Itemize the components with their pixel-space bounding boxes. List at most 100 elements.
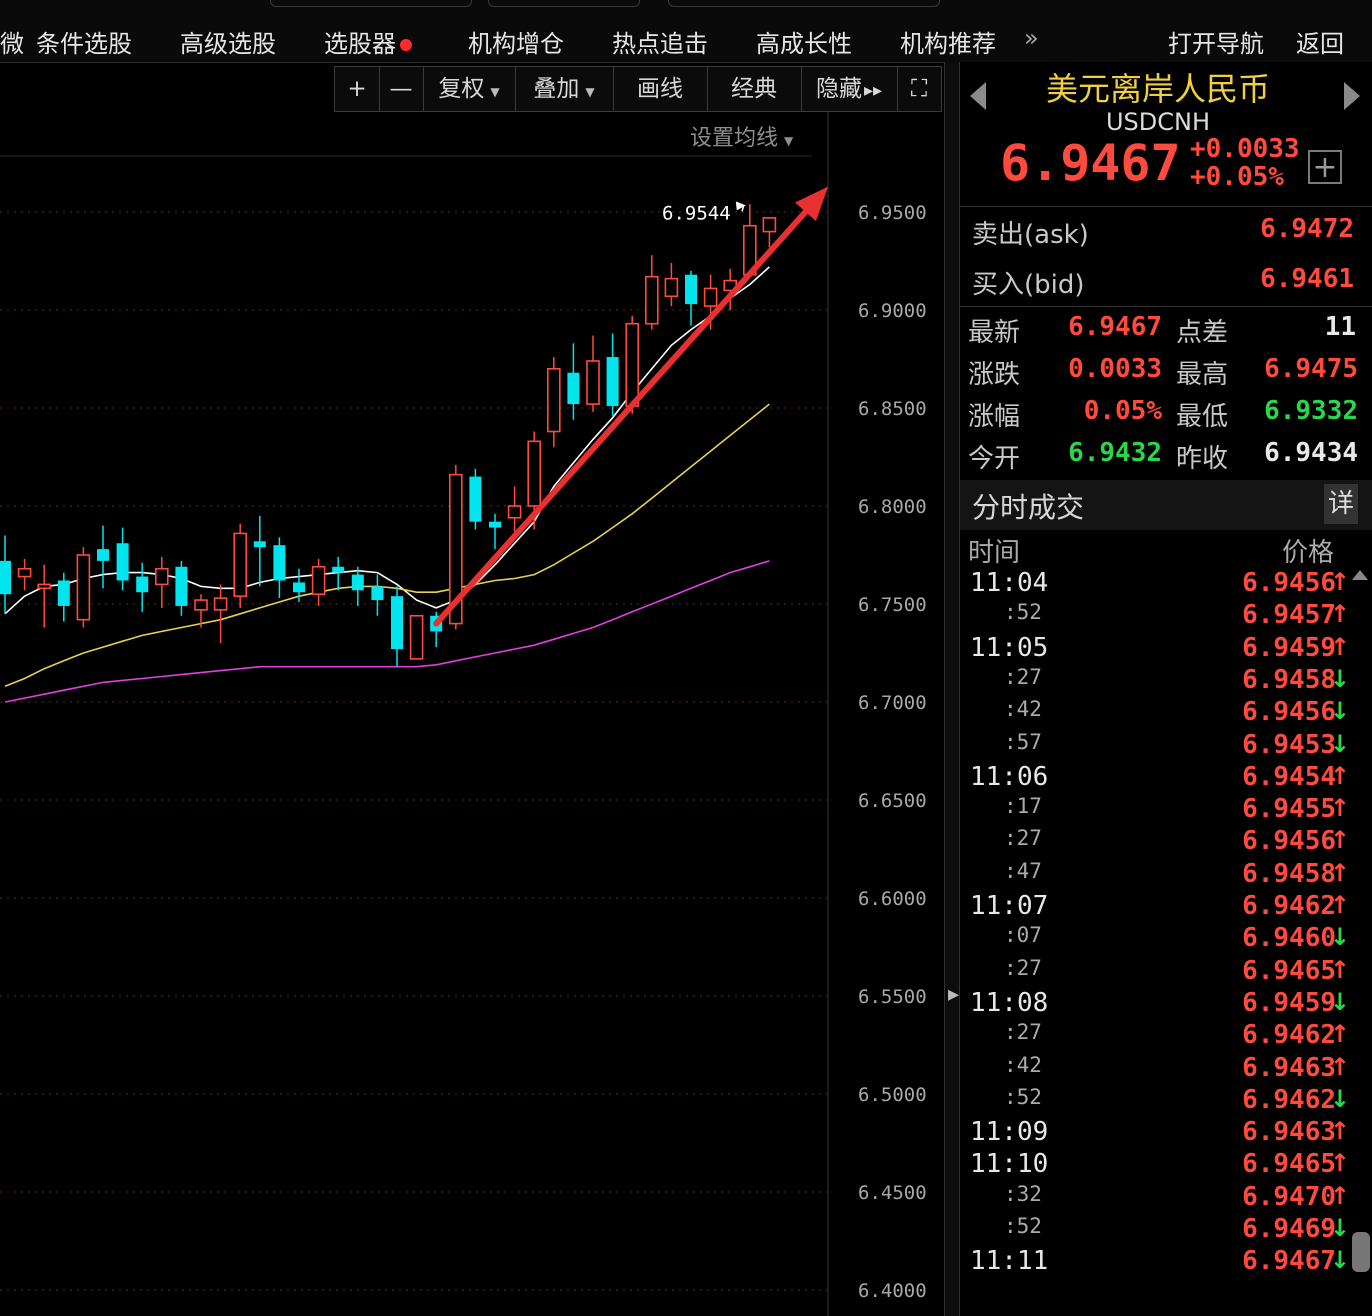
- more-chevron-icon[interactable]: »: [1024, 24, 1039, 52]
- scrollbar-thumb[interactable]: [1352, 1232, 1370, 1272]
- open-navigation-link[interactable]: 打开导航: [1168, 24, 1264, 59]
- nav-item-hotspot[interactable]: 热点追击: [612, 24, 708, 59]
- trade-row: :52 6.9469 ↓: [960, 1214, 1372, 1246]
- high-annotation: 6.9544: [662, 201, 746, 224]
- panel-splitter[interactable]: ▸: [944, 62, 960, 1316]
- up-arrow-icon: ↑: [1329, 1020, 1350, 1049]
- nav-item-institution-increase[interactable]: 机构增仓: [468, 24, 564, 59]
- up-arrow-icon: ↑: [1329, 794, 1350, 823]
- trade-time: :27: [1004, 664, 1042, 689]
- adjust-rights-dropdown[interactable]: 复权 ▼: [423, 67, 516, 111]
- trade-row: :57 6.9453 ↓: [960, 730, 1372, 762]
- y-tick-label: 6.6000: [858, 888, 927, 910]
- candle-body: [233, 532, 247, 597]
- nav-item-stock-picker[interactable]: 选股器: [324, 24, 412, 59]
- change-label: 涨跌: [968, 360, 1021, 390]
- collapse-arrow-icon[interactable]: ▸: [948, 982, 959, 1022]
- candle-body: [76, 554, 91, 621]
- spread-value: 11: [1324, 312, 1356, 342]
- candle-body: [293, 582, 305, 593]
- scroll-up-icon[interactable]: [1352, 570, 1368, 580]
- nav-item-advanced-screen[interactable]: 高级选股: [180, 24, 276, 59]
- candle-body: [17, 567, 32, 578]
- trade-time: :42: [1004, 1052, 1042, 1077]
- trade-time: 11:11: [970, 1246, 1049, 1277]
- nav-item-high-growth[interactable]: 高成长性: [756, 24, 852, 59]
- back-link[interactable]: 返回: [1296, 24, 1344, 59]
- y-tick-label: 6.5000: [858, 1084, 927, 1106]
- low-label: 最低: [1176, 402, 1229, 432]
- low-value: 6.9332: [1264, 396, 1358, 426]
- trade-time: 11:09: [970, 1117, 1049, 1148]
- hide-button[interactable]: 隐藏 ▸▸: [801, 67, 898, 111]
- tab-hint: [488, 0, 640, 7]
- trade-row: :27 6.9458 ↓: [960, 665, 1372, 697]
- trade-row: :17 6.9455 ↑: [960, 794, 1372, 826]
- candle-body: [644, 275, 659, 325]
- up-arrow-icon: ↑: [1329, 600, 1350, 629]
- up-arrow-icon: ↑: [1329, 1052, 1350, 1081]
- add-watchlist-button[interactable]: +: [1308, 150, 1342, 184]
- down-arrow-icon: ↓: [1329, 1246, 1350, 1275]
- trade-row: :52 6.9462 ↓: [960, 1085, 1372, 1117]
- candle-body: [37, 583, 52, 590]
- trade-row: :27 6.9456 ↑: [960, 826, 1372, 858]
- up-arrow-icon: ↑: [1329, 1149, 1350, 1178]
- latest-label: 最新: [968, 318, 1021, 348]
- draw-line-button[interactable]: 画线: [613, 67, 708, 111]
- trades-detail-button[interactable]: 详: [1324, 484, 1358, 524]
- bid-value: 6.9461: [1260, 264, 1354, 294]
- divider: [960, 206, 1372, 207]
- trade-time: :52: [1004, 1084, 1042, 1109]
- up-arrow-icon: ↑: [1329, 1181, 1350, 1210]
- trade-row: 11:09 6.9463 ↑: [960, 1117, 1372, 1149]
- candle-body: [253, 541, 266, 548]
- y-tick-label: 6.4000: [858, 1280, 927, 1302]
- nav-item-conditional-screen[interactable]: 条件选股: [36, 24, 132, 59]
- up-arrow-icon: ↑: [1329, 761, 1350, 790]
- trade-time: :17: [1004, 794, 1042, 819]
- zoom-in-button[interactable]: +: [335, 67, 380, 111]
- down-arrow-icon: ↓: [1329, 664, 1350, 693]
- up-arrow-icon: ↑: [1329, 826, 1350, 855]
- up-arrow-icon: ↑: [1329, 858, 1350, 887]
- overlay-dropdown[interactable]: 叠加 ▼: [515, 67, 614, 111]
- zoom-out-button[interactable]: —: [379, 67, 424, 111]
- high-label: 最高: [1176, 360, 1229, 390]
- nav-item-institution-recommend[interactable]: 机构推荐: [900, 24, 996, 59]
- up-arrow-icon: ↑: [1329, 1117, 1350, 1146]
- adjust-rights-label: 复权: [438, 76, 485, 102]
- fullscreen-icon[interactable]: ⛶: [897, 67, 941, 111]
- candle-body: [311, 565, 326, 596]
- trade-row: 11:05 6.9459 ↑: [960, 633, 1372, 665]
- trade-price: 6.9455: [1242, 794, 1336, 825]
- nav-item-partial[interactable]: 微: [0, 24, 24, 59]
- down-arrow-icon: ↓: [1329, 1084, 1350, 1113]
- trade-time: :27: [1004, 1020, 1042, 1045]
- y-tick-label: 6.4500: [858, 1182, 927, 1204]
- trade-row: :42 6.9456 ↓: [960, 697, 1372, 729]
- candle-body: [116, 543, 129, 581]
- next-instrument-icon[interactable]: [1344, 82, 1360, 110]
- down-arrow-icon: ↓: [1329, 923, 1350, 952]
- trade-price: 6.9456: [1242, 697, 1336, 728]
- candlestick-chart: 6.9500 6.9000 6.8500 6.8000 6.7500 6.7000 6.65…: [0, 112, 927, 1316]
- trade-row: :27 6.9465 ↑: [960, 956, 1372, 988]
- trade-price: 6.9469: [1242, 1214, 1336, 1244]
- y-axis-ticks: 6.9500 6.9000 6.8500 6.8000 6.7500 6.7000 6.65…: [858, 202, 927, 1302]
- tab-hint: [668, 0, 940, 7]
- prev-instrument-icon[interactable]: [970, 82, 986, 110]
- candle-body: [586, 360, 600, 405]
- trade-row: :42 6.9463 ↑: [960, 1053, 1372, 1085]
- candle-body: [489, 521, 501, 528]
- trade-row: 11:06 6.9454 ↑: [960, 762, 1372, 794]
- last-price: 6.9467: [1000, 134, 1181, 192]
- instrument-name: 美元离岸人民币: [1045, 70, 1270, 108]
- candle-body: [703, 287, 718, 307]
- trade-row: 11:07 6.9462 ↑: [960, 891, 1372, 923]
- candles: [0, 204, 777, 667]
- instrument-code: USDCNH: [1105, 108, 1211, 136]
- double-arrow-icon: ▸▸: [863, 80, 883, 101]
- classic-button[interactable]: 经典: [707, 67, 802, 111]
- candle-body: [155, 567, 169, 586]
